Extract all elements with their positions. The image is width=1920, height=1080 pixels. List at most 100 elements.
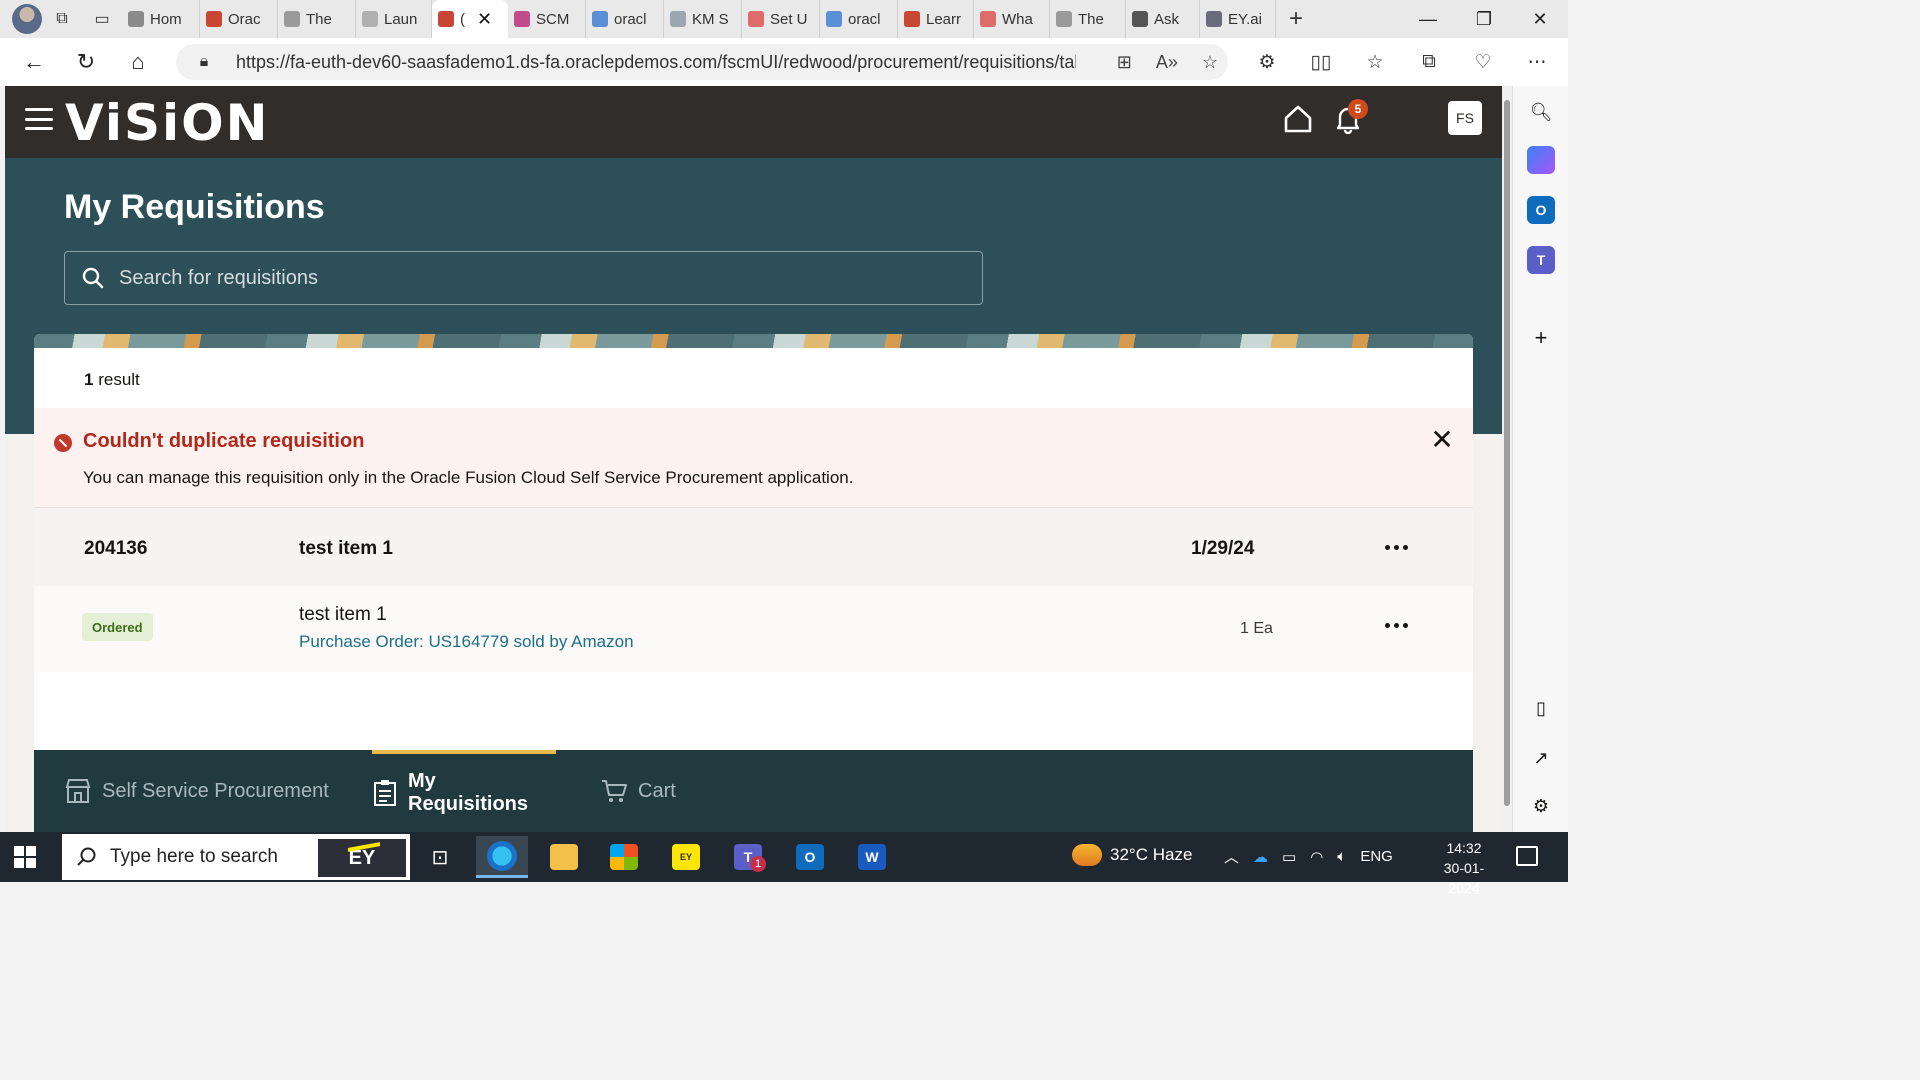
browser-tab[interactable]: EY.ai — [1200, 0, 1276, 38]
language-indicator[interactable]: ENG — [1360, 848, 1393, 865]
line-more-actions-icon[interactable] — [1376, 611, 1416, 639]
browser-home-icon[interactable]: ⌂ — [112, 38, 164, 86]
storefront-icon — [65, 779, 91, 803]
favorites-icon[interactable]: ☆ — [1348, 51, 1402, 74]
word-taskbar-icon[interactable]: W — [846, 836, 898, 878]
browser-tab[interactable]: oracl — [820, 0, 898, 38]
show-hidden-icons-icon[interactable]: ︿ — [1224, 846, 1239, 867]
vision-app: ViSiON 5 FS My Requisitions 1 result Cou… — [5, 86, 1502, 832]
browser-profile-avatar[interactable] — [12, 4, 42, 34]
back-icon[interactable]: ← — [8, 38, 60, 86]
minimize-icon[interactable]: — — [1400, 0, 1456, 38]
edge-taskbar-icon[interactable] — [476, 836, 528, 878]
app-available-icon[interactable]: ⊞ — [1117, 52, 1132, 73]
ey-discover-icon[interactable]: EY — [660, 836, 712, 878]
open-external-icon[interactable]: ↗ — [1527, 744, 1555, 772]
browser-tab[interactable]: KM S — [664, 0, 742, 38]
address-bar[interactable]: 🔒︎ https://fa-euth-dev60-saasfademo1.ds-… — [176, 44, 1228, 80]
workspaces-icon[interactable]: ⧉ — [42, 0, 82, 38]
browser-tab[interactable]: Hom — [122, 0, 200, 38]
tab-label: SCM — [536, 10, 570, 28]
requisition-title[interactable]: test item 1 — [299, 538, 393, 560]
browser-tab[interactable]: The — [278, 0, 356, 38]
read-aloud-icon[interactable]: A» — [1156, 52, 1178, 73]
tab-favicon-icon — [1206, 11, 1222, 27]
outlook-icon[interactable]: O — [1527, 196, 1555, 224]
close-tab-icon[interactable]: ✕ — [477, 9, 492, 30]
restore-icon[interactable]: ❐ — [1456, 0, 1512, 38]
weather-text: 32°C Haze — [1110, 845, 1193, 864]
task-view-icon[interactable]: ⊡ — [414, 836, 466, 878]
home-icon[interactable] — [1283, 104, 1313, 134]
browser-tab[interactable]: Ask — [1126, 0, 1200, 38]
favorite-star-icon[interactable]: ☆ — [1202, 52, 1218, 73]
onedrive-icon[interactable]: ☁ — [1253, 848, 1268, 866]
browser-essentials-icon[interactable]: ♡ — [1456, 51, 1510, 74]
tab-favicon-icon — [980, 11, 996, 27]
nav-my-requisitions[interactable]: My Requisitions — [372, 750, 556, 832]
browser-tab[interactable]: The — [1050, 0, 1126, 38]
close-icon[interactable]: ✕ — [1426, 424, 1458, 456]
ey-logo[interactable]: EY — [318, 839, 406, 877]
browser-tab[interactable]: Orac — [200, 0, 278, 38]
nav-cart[interactable]: Cart — [600, 750, 676, 832]
tab-label: EY.ai — [1228, 10, 1262, 28]
nav-self-service-procurement[interactable]: Self Service Procurement — [64, 750, 329, 832]
requisition-number[interactable]: 204136 — [84, 538, 147, 560]
refresh-icon[interactable]: ↻ — [60, 38, 112, 86]
tab-favicon-icon — [128, 11, 144, 27]
windows-start-icon[interactable] — [14, 846, 36, 868]
tab-actions-icon[interactable]: ▭ — [82, 0, 122, 38]
requisition-row[interactable]: 204136 test item 1 1/29/24 — [34, 508, 1473, 586]
sidebar-panel-icon[interactable]: ▯ — [1527, 694, 1555, 722]
tab-label: KM S — [692, 10, 729, 28]
volume-icon[interactable]: 🔈︎ — [1337, 848, 1346, 865]
add-sidebar-app-icon[interactable]: + — [1527, 324, 1555, 352]
outlook-taskbar-icon[interactable]: O — [784, 836, 836, 878]
lock-icon[interactable]: 🔒︎ — [188, 53, 220, 71]
file-explorer-icon[interactable] — [538, 836, 590, 878]
wifi-icon[interactable]: ◠ — [1310, 848, 1323, 866]
search-icon — [77, 847, 96, 866]
url-text[interactable]: https://fa-euth-dev60-saasfademo1.ds-fa.… — [236, 52, 1076, 73]
requisition-more-actions-icon[interactable] — [1376, 533, 1416, 561]
line-title[interactable]: test item 1 — [299, 604, 387, 626]
nav-label: Cart — [638, 779, 676, 802]
clipboard-list-icon — [374, 780, 396, 806]
browser-tab[interactable]: (✕ — [432, 0, 508, 38]
page-scrollbar[interactable] — [1502, 86, 1512, 832]
teams-taskbar-icon[interactable]: T 1 — [722, 836, 774, 878]
requisition-line-row[interactable]: Ordered test item 1 Purchase Order: US16… — [34, 586, 1473, 672]
search-box[interactable] — [64, 251, 983, 305]
collections-icon[interactable]: ⧉ — [1402, 51, 1456, 73]
copilot-icon[interactable] — [1527, 146, 1555, 174]
purchase-order-link[interactable]: Purchase Order: US164779 sold by Amazon — [299, 632, 634, 652]
search-input[interactable] — [119, 266, 939, 290]
browser-tab[interactable]: Laun — [356, 0, 432, 38]
close-window-icon[interactable]: ✕ — [1512, 0, 1568, 38]
settings-more-icon[interactable]: ⋯ — [1510, 51, 1564, 74]
extensions-icon[interactable]: ⚙ — [1240, 51, 1294, 74]
taskbar-clock[interactable]: 14:32 30-01-2024 — [1432, 838, 1496, 898]
browser-tab[interactable]: SCM — [508, 0, 586, 38]
alert-message: You can manage this requisition only in … — [83, 468, 854, 487]
taskbar-search-text[interactable]: Type here to search — [110, 846, 278, 868]
browser-tab[interactable]: Learr — [898, 0, 974, 38]
browser-tab[interactable]: Wha — [974, 0, 1050, 38]
new-tab-icon[interactable]: + — [1276, 0, 1316, 38]
battery-icon[interactable]: ▭ — [1282, 848, 1296, 866]
browser-tab[interactable]: Set U — [742, 0, 820, 38]
split-screen-icon[interactable]: ▯▯ — [1294, 51, 1348, 74]
error-icon — [54, 434, 72, 452]
menu-icon[interactable] — [25, 108, 53, 130]
user-avatar[interactable]: FS — [1448, 101, 1482, 135]
browser-tab[interactable]: oracl — [586, 0, 664, 38]
notification-center-icon[interactable] — [1516, 846, 1538, 866]
notification-badge: 5 — [1348, 99, 1368, 119]
sidebar-search-icon[interactable]: 🔍︎ — [1527, 98, 1555, 126]
sidebar-settings-icon[interactable]: ⚙ — [1527, 792, 1555, 820]
weather-widget[interactable]: 32°C Haze — [1072, 844, 1192, 866]
teams-icon[interactable]: T — [1527, 246, 1555, 274]
brand-logo[interactable]: ViSiON — [65, 94, 269, 152]
ms-store-icon[interactable] — [598, 836, 650, 878]
